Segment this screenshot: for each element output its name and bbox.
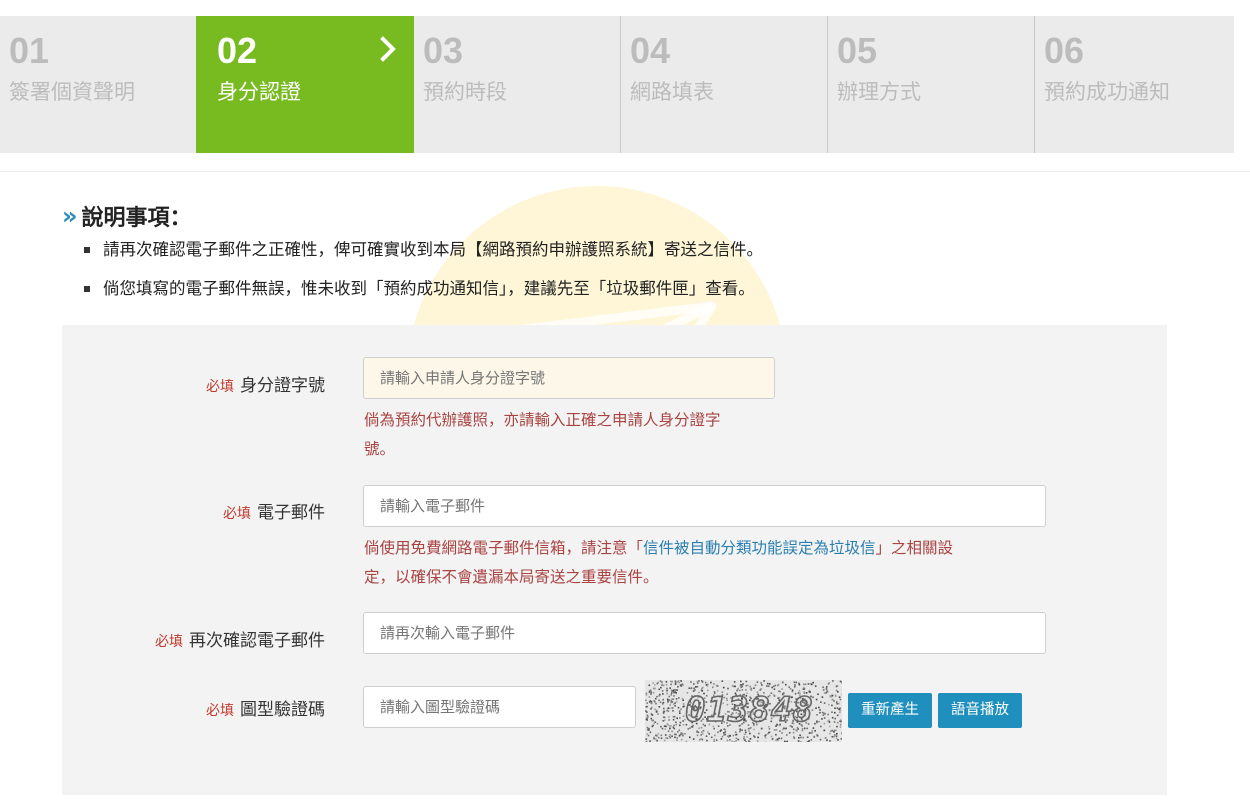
captcha-image: 013848 bbox=[645, 680, 842, 742]
step-label: 網路填表 bbox=[630, 80, 714, 104]
step-number: 06 bbox=[1044, 30, 1085, 71]
divider bbox=[0, 171, 1250, 172]
notice-list: 請再次確認電子郵件之正確性，俾可確實收到本局【網路預約申辦護照系統】寄送之信件。… bbox=[84, 240, 763, 318]
step-6: 06 預約成功通知 bbox=[1035, 16, 1234, 153]
hint-highlight: 信件被自動分類功能誤定為垃圾信 bbox=[643, 539, 876, 557]
hint-line: 倘為預約代辦護照，亦請輸入正確之申請人身分證字 bbox=[364, 411, 721, 429]
email-confirm-label: 必填 再次確認電子郵件 bbox=[155, 626, 325, 651]
captcha-label: 必填 圖型驗證碼 bbox=[206, 695, 325, 720]
notice-text: 請再次確認電子郵件之正確性，俾可確實收到本局【網路預約申辦護照系統】寄送之信件。 bbox=[103, 240, 763, 259]
email-hint: 倘使用免費網路電子郵件信箱，請注意「信件被自動分類功能誤定為垃圾信」之相關設 定… bbox=[364, 534, 953, 592]
hint-line: 倘使用免費網路電子郵件信箱，請注意「信件被自動分類功能誤定為垃圾信」之相關設 bbox=[364, 534, 953, 563]
email-confirm-input[interactable] bbox=[363, 612, 1046, 654]
notice-title: 說明事項： bbox=[81, 206, 192, 231]
field-label: 圖型驗證碼 bbox=[240, 700, 325, 720]
step-5: 05 辦理方式 bbox=[828, 16, 1035, 153]
bullet-icon bbox=[84, 247, 90, 253]
hint-text: 」之相關設 bbox=[875, 539, 954, 557]
required-tag: 必填 bbox=[223, 506, 251, 522]
step-number: 05 bbox=[837, 30, 878, 71]
step-number: 02 bbox=[217, 30, 258, 71]
bullet-icon bbox=[84, 286, 90, 292]
double-chevron-icon: » bbox=[62, 202, 78, 230]
step-number: 01 bbox=[9, 30, 50, 71]
step-4: 04 網路填表 bbox=[621, 16, 828, 153]
step-1: 01 簽署個資聲明 bbox=[0, 16, 207, 153]
field-label: 再次確認電子郵件 bbox=[189, 631, 325, 651]
email-input[interactable] bbox=[363, 485, 1046, 527]
progress-steps: 01 簽署個資聲明 02 身分認證 03 預約時段 04 網路填表 05 辦理方… bbox=[0, 16, 1234, 153]
email-label: 必填 電子郵件 bbox=[223, 498, 325, 523]
notice-text: 倘您填寫的電子郵件無誤，惟未收到「預約成功通知信」，建議先至「垃圾郵件匣」查看。 bbox=[103, 279, 755, 298]
captcha-input[interactable] bbox=[363, 686, 636, 728]
notice-item: 請再次確認電子郵件之正確性，俾可確實收到本局【網路預約申辦護照系統】寄送之信件。 bbox=[84, 240, 763, 260]
hint-text: 倘使用免費網路電子郵件信箱，請注意「 bbox=[364, 539, 644, 557]
id-hint: 倘為預約代辦護照，亦請輸入正確之申請人身分證字 號。 bbox=[364, 406, 721, 464]
step-label: 預約時段 bbox=[423, 80, 507, 104]
step-label: 辦理方式 bbox=[837, 80, 921, 104]
id-label: 必填 身分證字號 bbox=[206, 371, 325, 396]
notice-item: 倘您填寫的電子郵件無誤，惟未收到「預約成功通知信」，建議先至「垃圾郵件匣」查看。 bbox=[84, 279, 763, 299]
regenerate-captcha-button[interactable]: 重新產生 bbox=[848, 693, 932, 728]
step-3: 03 預約時段 bbox=[414, 16, 621, 153]
field-label: 電子郵件 bbox=[257, 503, 325, 523]
audio-captcha-button[interactable]: 語音播放 bbox=[938, 693, 1022, 728]
chevron-right-icon bbox=[380, 36, 396, 62]
step-2-active: 02 身分認證 bbox=[196, 16, 414, 153]
step-number: 04 bbox=[630, 30, 671, 71]
step-label: 身分認證 bbox=[217, 80, 301, 104]
notice-heading: » 說明事項： bbox=[62, 200, 192, 232]
hint-line: 號。 bbox=[364, 440, 396, 458]
step-number: 03 bbox=[423, 30, 464, 71]
required-tag: 必填 bbox=[206, 703, 234, 719]
hint-line: 定，以確保不會遺漏本局寄送之重要信件。 bbox=[364, 568, 659, 586]
id-number-input[interactable] bbox=[363, 357, 775, 399]
step-label: 簽署個資聲明 bbox=[9, 80, 135, 104]
required-tag: 必填 bbox=[155, 634, 183, 650]
step-label: 預約成功通知 bbox=[1044, 80, 1170, 104]
required-tag: 必填 bbox=[206, 379, 234, 395]
field-label: 身分證字號 bbox=[240, 376, 325, 396]
captcha-code: 013848 bbox=[684, 689, 814, 731]
